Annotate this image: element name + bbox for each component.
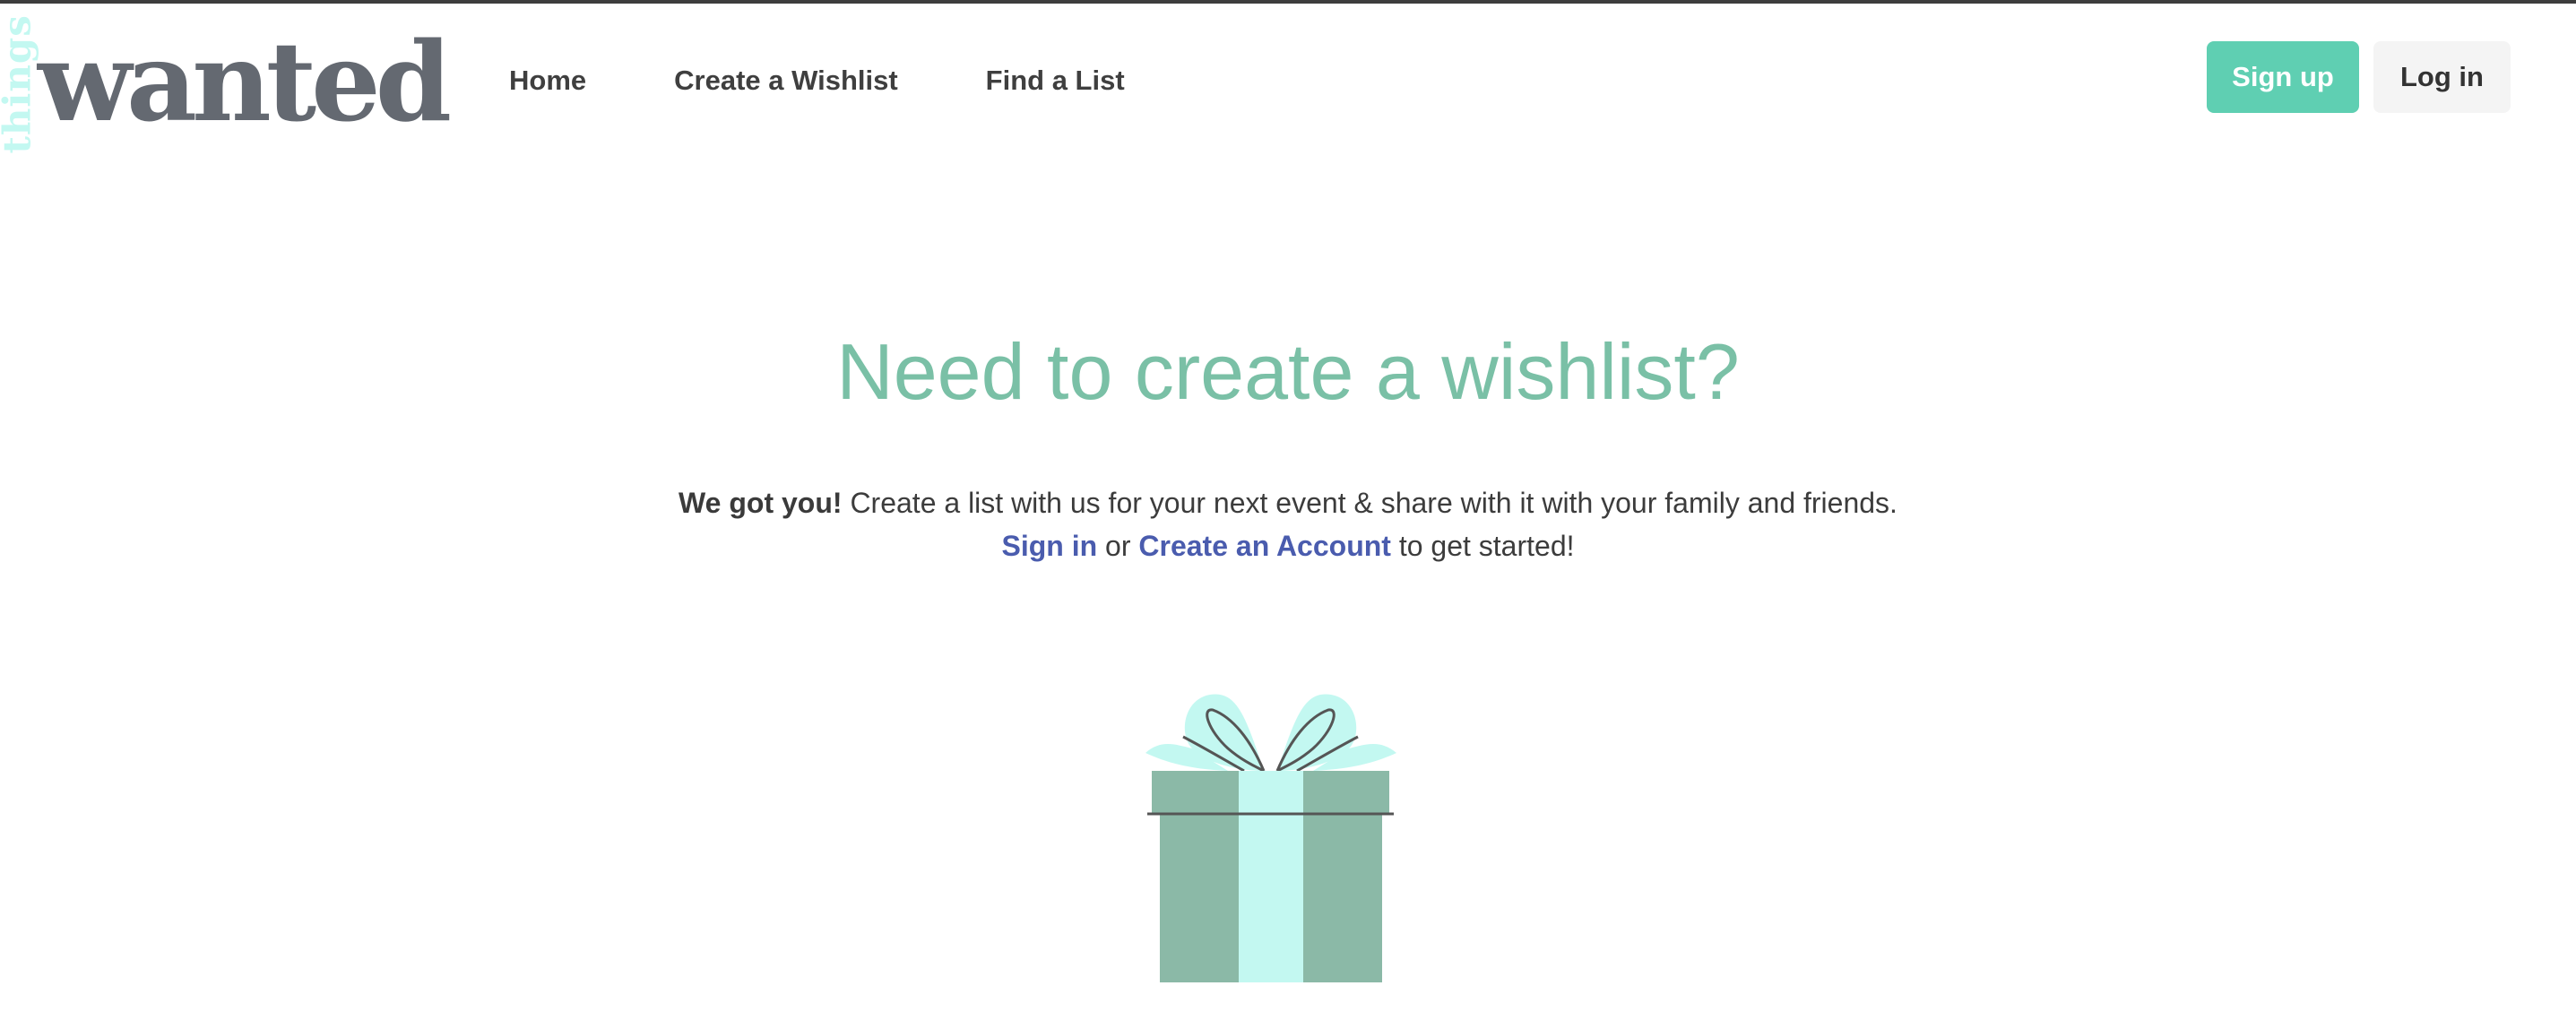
main-content: Need to create a wishlist? We got you! C… <box>0 152 2576 1029</box>
nav-create-wishlist-link[interactable]: Create a Wishlist <box>674 65 898 97</box>
signup-button[interactable]: Sign up <box>2207 41 2359 113</box>
logo-things-text: things <box>0 14 39 154</box>
login-button[interactable]: Log in <box>2373 41 2511 113</box>
signin-link[interactable]: Sign in <box>1002 530 1098 562</box>
page-title: Need to create a wishlist? <box>836 327 1740 416</box>
hero-description: We got you! Create a list with us for yo… <box>0 481 2576 567</box>
hero-description-text: Create a list with us for your next even… <box>842 487 1897 519</box>
logo-wanted-text: wanted <box>38 17 452 146</box>
site-logo[interactable]: things wanted <box>0 4 452 153</box>
create-account-link[interactable]: Create an Account <box>1138 530 1391 562</box>
or-text: or <box>1097 530 1139 562</box>
nav-home-link[interactable]: Home <box>509 65 586 97</box>
gift-icon <box>1138 681 1407 986</box>
nav-find-list-link[interactable]: Find a List <box>986 65 1125 97</box>
hero-bold-intro: We got you! <box>679 487 843 519</box>
main-nav: Home Create a Wishlist Find a List <box>509 59 1213 102</box>
hero-description-line-1: We got you! Create a list with us for yo… <box>0 481 2576 524</box>
cta-suffix-text: to get started! <box>1390 530 1575 562</box>
hero-description-line-2: Sign in or Create an Account to get star… <box>0 524 2576 567</box>
site-header: things wanted Home Create a Wishlist Fin… <box>0 4 2576 154</box>
